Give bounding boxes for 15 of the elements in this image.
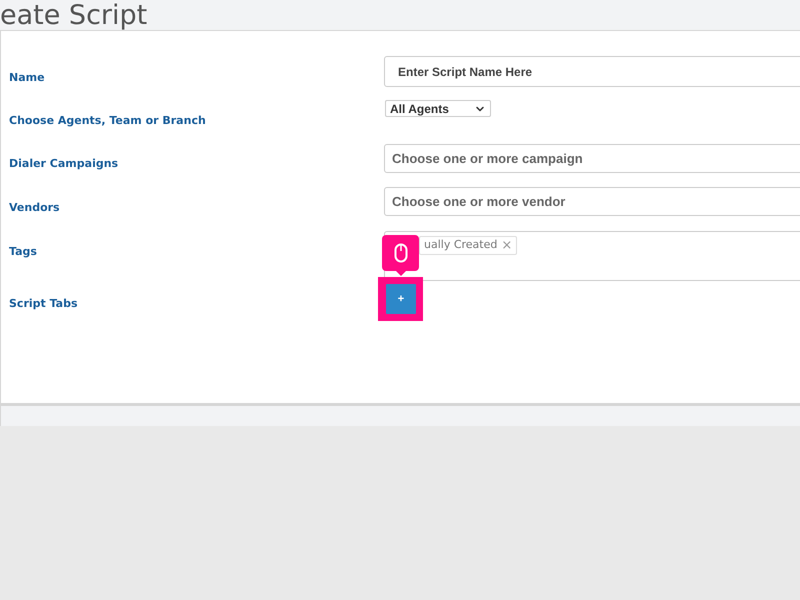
tag-chip: ually Created ×	[419, 236, 518, 255]
field-label: Tags	[9, 245, 37, 258]
name-field[interactable]: Enter Script Name Here	[384, 56, 800, 87]
add-tab-button[interactable]: +	[386, 284, 416, 314]
field-label: Dialer Campaigns	[9, 157, 118, 170]
field-label: Vendors	[9, 201, 60, 214]
page-title: eate Script	[0, 0, 148, 30]
vendors-field[interactable]: Choose one or more vendor	[384, 187, 800, 216]
field-label: Choose Agents, Team or Branch	[9, 114, 206, 127]
agents-select[interactable]: All Agents	[385, 100, 491, 117]
field-label: Script Tabs	[9, 297, 78, 310]
campaigns-field[interactable]: Choose one or more campaign	[384, 144, 800, 173]
field-label: Name	[9, 71, 45, 84]
mouse-icon	[394, 243, 408, 263]
remove-tag-button[interactable]: ×	[501, 236, 512, 256]
